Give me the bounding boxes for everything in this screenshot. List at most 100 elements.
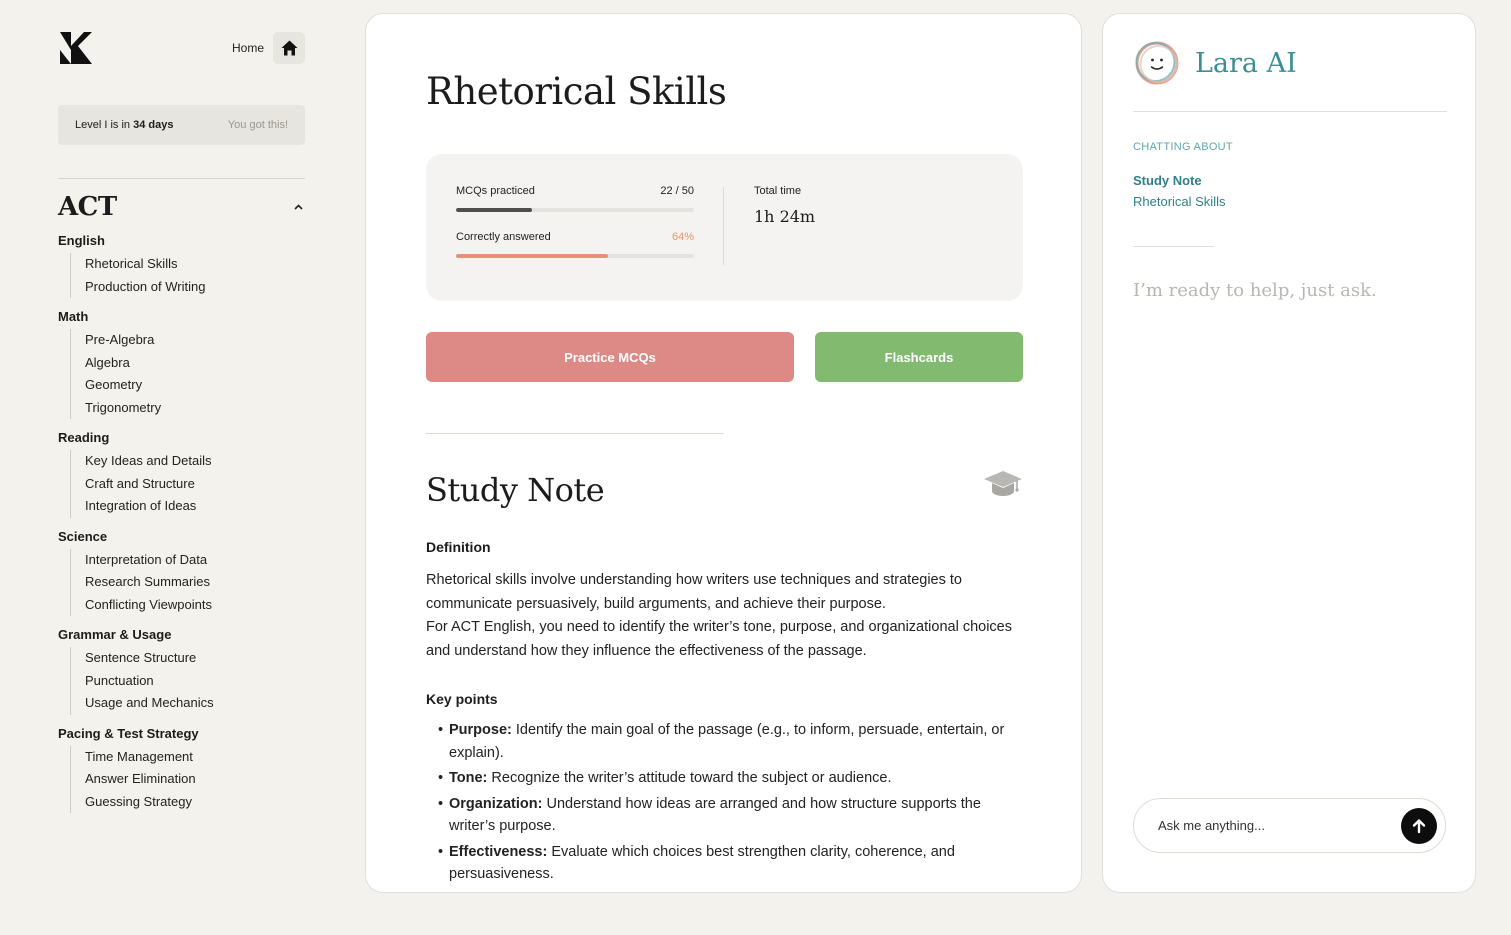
subject-list: English Rhetorical Skills Production of Wr… [58,233,305,813]
exam-title: ACT [58,192,117,222]
sidebar-top: Home [58,30,305,66]
key-point-text: Identify the main goal of the passage (e… [449,722,1005,761]
correct-progress-fill [456,254,609,258]
home-label[interactable]: Home [232,41,264,55]
exam-header[interactable]: ACT [58,192,305,222]
practice-mcqs-button[interactable]: Practice MCQs [426,332,794,382]
sidebar-topic-item[interactable]: Research Summaries [85,571,305,594]
chat-context-secondary[interactable]: Rhetorical Skills [1133,194,1225,209]
chat-input[interactable] [1158,818,1388,833]
sidebar-topic-item[interactable]: Pre-Algebra [85,329,305,352]
definition-paragraph: For ACT English, you need to identify th… [426,619,1012,659]
subject-title[interactable]: Grammar & Usage [58,627,305,642]
sidebar-topic-item[interactable]: Production of Writing [85,276,305,299]
sidebar: Home Level I is in 34 days You got this!… [58,30,305,813]
send-button[interactable] [1401,808,1437,844]
assistant-divider [1133,111,1447,112]
sidebar-topic-item[interactable]: Interpretation of Data [85,549,305,572]
key-points-heading: Key points [426,691,498,707]
chevron-up-icon[interactable] [294,204,303,210]
sidebar-topic-item[interactable]: Rhetorical Skills [85,253,305,276]
key-point-item: Tone: Recognize the writer’s attitude to… [438,767,1023,790]
assistant-header: Lara AI [1133,39,1297,87]
study-note-header: Study Note [426,471,1023,509]
sidebar-topic-item[interactable]: Key Ideas and Details [85,450,305,473]
level-days: 34 days [133,119,174,131]
subject-group: Reading Key Ideas and Details Craft and St… [58,430,305,518]
assistant-panel: Lara AI CHATTING ABOUT Study Note Rhetor… [1102,13,1476,893]
definition-paragraph: Rhetorical skills involve understanding … [426,572,962,612]
subject-group: Pacing & Test Strategy Time Management Ans… [58,726,305,814]
topic-list: Interpretation of Data Research Summaries… [70,548,305,617]
topic-list: Time Management Answer Elimination Guessin… [70,745,305,814]
sidebar-topic-item[interactable]: Geometry [85,374,305,397]
subject-group: Math Pre-Algebra Algebra Geometry Trigonomet… [58,309,305,419]
key-point-term: Purpose: [449,722,512,738]
page-title: Rhetorical Skills [426,70,727,113]
flashcards-button[interactable]: Flashcards [815,332,1023,382]
subject-title[interactable]: Math [58,309,305,324]
sidebar-topic-item[interactable]: Usage and Mechanics [85,692,305,715]
key-point-item: Organization: Understand how ideas are a… [438,793,1023,838]
total-time-value: 1h 24m [754,207,816,226]
arrow-up-icon [1412,819,1426,834]
total-time-label: Total time [754,185,802,197]
main-content: Rhetorical Skills MCQs practiced 22 / 50… [365,13,1082,893]
assistant-ready-message: I’m ready to help, just ask. [1133,280,1377,301]
chat-context-primary[interactable]: Study Note [1133,173,1202,188]
sidebar-topic-item[interactable]: Integration of Ideas [85,495,305,518]
sidebar-topic-item[interactable]: Punctuation [85,670,305,693]
study-note-title: Study Note [426,471,605,509]
topic-list: Rhetorical Skills Production of Writing [70,253,305,298]
sidebar-divider [58,178,305,179]
subject-title[interactable]: Reading [58,430,305,445]
encouragement-text: You got this! [227,119,288,131]
topic-list: Key Ideas and Details Craft and Structure… [70,450,305,518]
stats-divider [723,187,724,265]
action-buttons: Practice MCQs Flashcards [426,332,1023,382]
key-point-term: Organization: [449,795,543,812]
sidebar-topic-item[interactable]: Craft and Structure [85,473,305,496]
logo-icon[interactable] [58,30,94,66]
key-point-term: Tone: [449,770,488,786]
chat-input-box[interactable] [1133,798,1446,853]
section-divider [426,433,724,434]
definition-heading: Definition [426,539,491,555]
sidebar-topic-item[interactable]: Conflicting Viewpoints [85,594,305,617]
level-countdown-text: Level I is in 34 days [75,119,174,131]
mcq-progress-fill [456,208,533,212]
sidebar-topic-item[interactable]: Sentence Structure [85,647,305,670]
key-point-item: Effectiveness: Evaluate which choices be… [438,841,1023,886]
subject-group: Science Interpretation of Data Research Su… [58,529,305,617]
topic-list: Pre-Algebra Algebra Geometry Trigonometry [70,329,305,419]
sidebar-topic-item[interactable]: Guessing Strategy [85,791,305,814]
home-icon [281,40,297,56]
topic-list: Sentence Structure Punctuation Usage and M… [70,647,305,715]
mcq-progress-bar [456,208,694,212]
sidebar-topic-item[interactable]: Answer Elimination [85,768,305,791]
subject-group: Grammar & Usage Sentence Structure Punctua… [58,627,305,715]
correct-answered-label: Correctly answered [456,231,551,243]
mcq-practiced-value: 22 / 50 [660,185,694,197]
correct-answered-value: 64% [671,231,694,243]
subject-group: English Rhetorical Skills Production of Wr… [58,233,305,298]
subject-title[interactable]: English [58,233,305,248]
key-points-list: Purpose: Identify the main goal of the p… [426,719,1023,886]
stats-card: MCQs practiced 22 / 50 Correctly answere… [426,154,1023,301]
assistant-divider-short [1133,246,1214,247]
key-point-text: Recognize the writer’s attitude toward t… [491,770,892,786]
home-link[interactable]: Home [232,32,305,64]
assistant-name: Lara AI [1195,47,1297,79]
chatting-about-label: CHATTING ABOUT [1133,141,1233,153]
level-countdown: Level I is in 34 days You got this! [58,105,305,145]
correct-progress-bar [456,254,694,258]
mcq-practiced-label: MCQs practiced [456,185,535,197]
key-point-item: Purpose: Identify the main goal of the p… [438,719,1023,764]
sidebar-topic-item[interactable]: Trigonometry [85,397,305,420]
home-button[interactable] [273,32,305,64]
key-point-term: Effectiveness: [449,843,548,860]
sidebar-topic-item[interactable]: Algebra [85,352,305,375]
subject-title[interactable]: Pacing & Test Strategy [58,726,305,741]
sidebar-topic-item[interactable]: Time Management [85,746,305,769]
subject-title[interactable]: Science [58,529,305,544]
